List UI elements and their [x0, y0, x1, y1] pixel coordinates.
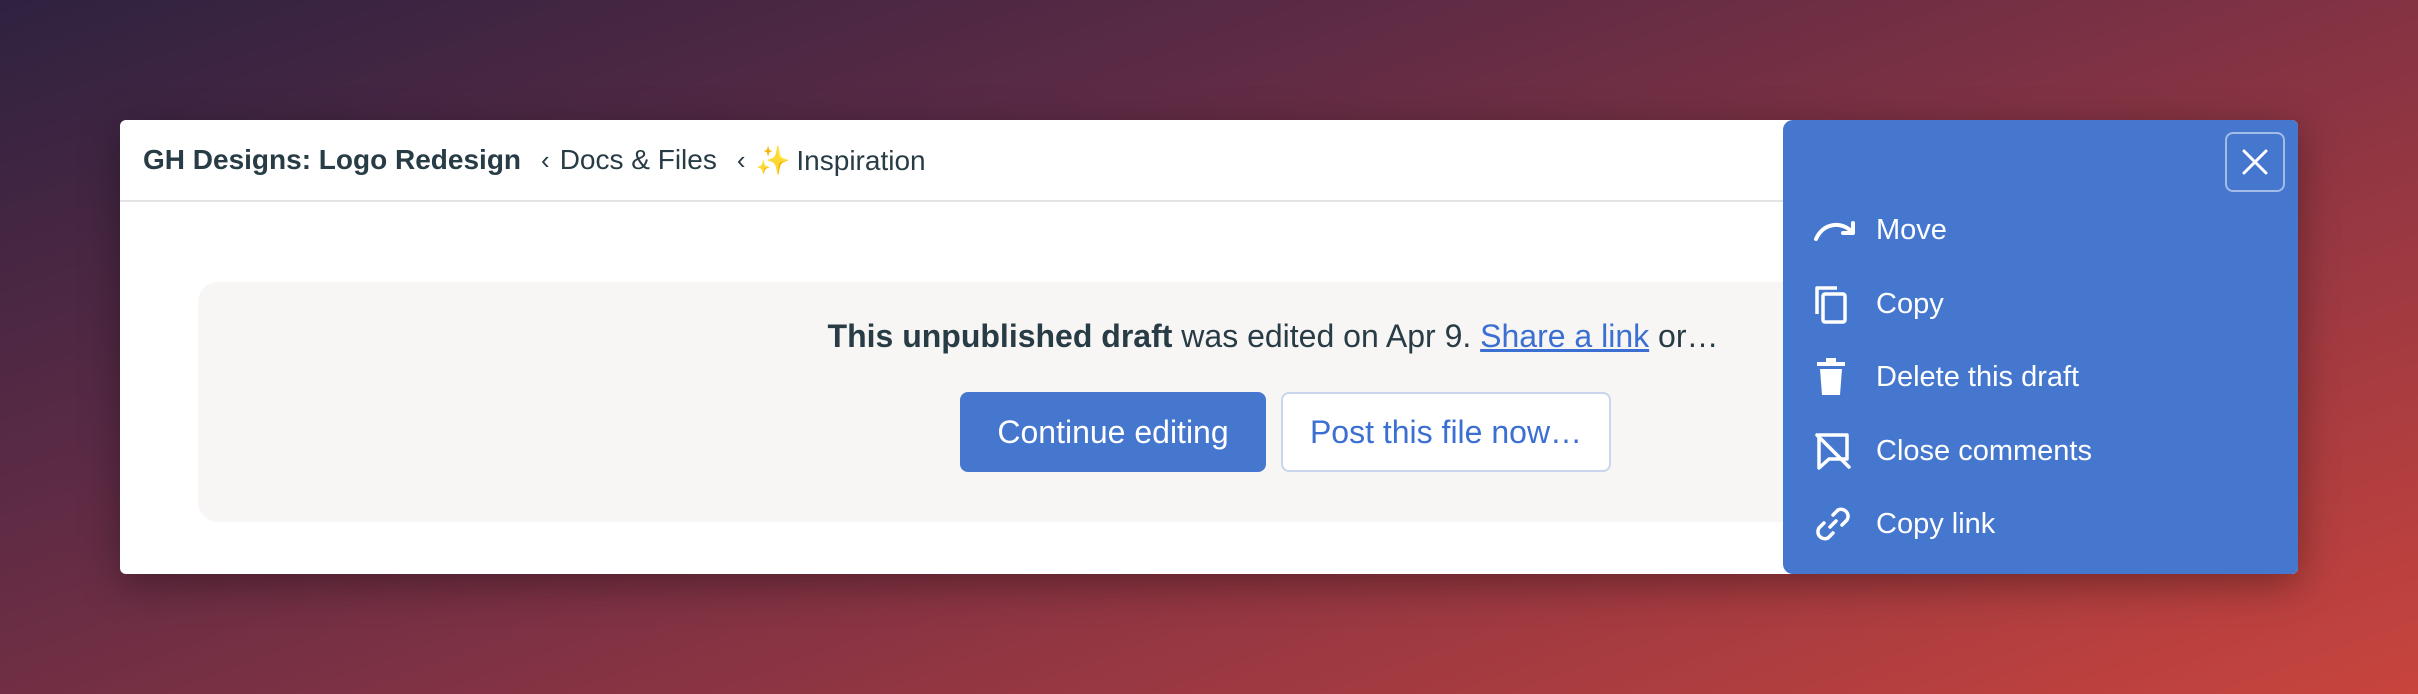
- link-icon: [1813, 494, 1873, 554]
- post-file-button[interactable]: Post this file now…: [1281, 392, 1611, 472]
- trash-icon: [1813, 347, 1873, 407]
- draft-edited-text: was edited on Apr 9.: [1172, 318, 1481, 354]
- app-window: GH Designs: Logo Redesign ‹ Docs & Files…: [120, 120, 2298, 574]
- draft-status-bold: This unpublished draft: [827, 318, 1173, 354]
- menu-item-delete-draft[interactable]: Delete this draft: [1783, 347, 2298, 407]
- menu-item-move[interactable]: Move: [1783, 200, 2298, 260]
- draft-trailing-text: or…: [1649, 318, 1719, 354]
- menu-item-copy-link[interactable]: Copy link: [1783, 494, 2298, 554]
- menu-item-label: Copy link: [1876, 507, 1996, 540]
- comments-off-icon: [1813, 421, 1873, 481]
- draft-message: This unpublished draft was edited on Apr…: [198, 318, 1898, 355]
- menu-item-label: Delete this draft: [1876, 360, 2080, 393]
- continue-editing-button[interactable]: Continue editing: [960, 392, 1266, 472]
- actions-menu: Move Copy Delete this draft Close commen…: [1783, 120, 2298, 574]
- sparkles-icon: ✨: [755, 144, 791, 176]
- menu-item-copy[interactable]: Copy: [1783, 274, 2298, 334]
- breadcrumb-inspiration-label: Inspiration: [796, 144, 926, 176]
- breadcrumb-inspiration[interactable]: ✨ Inspiration: [756, 144, 926, 177]
- breadcrumb-docs-files[interactable]: Docs & Files: [560, 144, 717, 176]
- menu-item-label: Close comments: [1876, 434, 2092, 467]
- breadcrumb-separator-icon: ‹: [736, 144, 746, 175]
- breadcrumb-project[interactable]: GH Designs: Logo Redesign: [143, 144, 521, 176]
- menu-item-label: Copy: [1876, 287, 1944, 320]
- draft-notice-panel: This unpublished draft was edited on Apr…: [198, 282, 1898, 522]
- share-link[interactable]: Share a link: [1480, 318, 1649, 354]
- close-menu-button[interactable]: [2225, 132, 2285, 192]
- close-icon: [2242, 149, 2268, 175]
- breadcrumb-separator-icon: ‹: [541, 144, 550, 175]
- copy-icon: [1813, 274, 1873, 334]
- menu-item-close-comments[interactable]: Close comments: [1783, 421, 2298, 481]
- menu-item-label: Move: [1876, 213, 1947, 246]
- move-arrow-icon: [1813, 200, 1873, 260]
